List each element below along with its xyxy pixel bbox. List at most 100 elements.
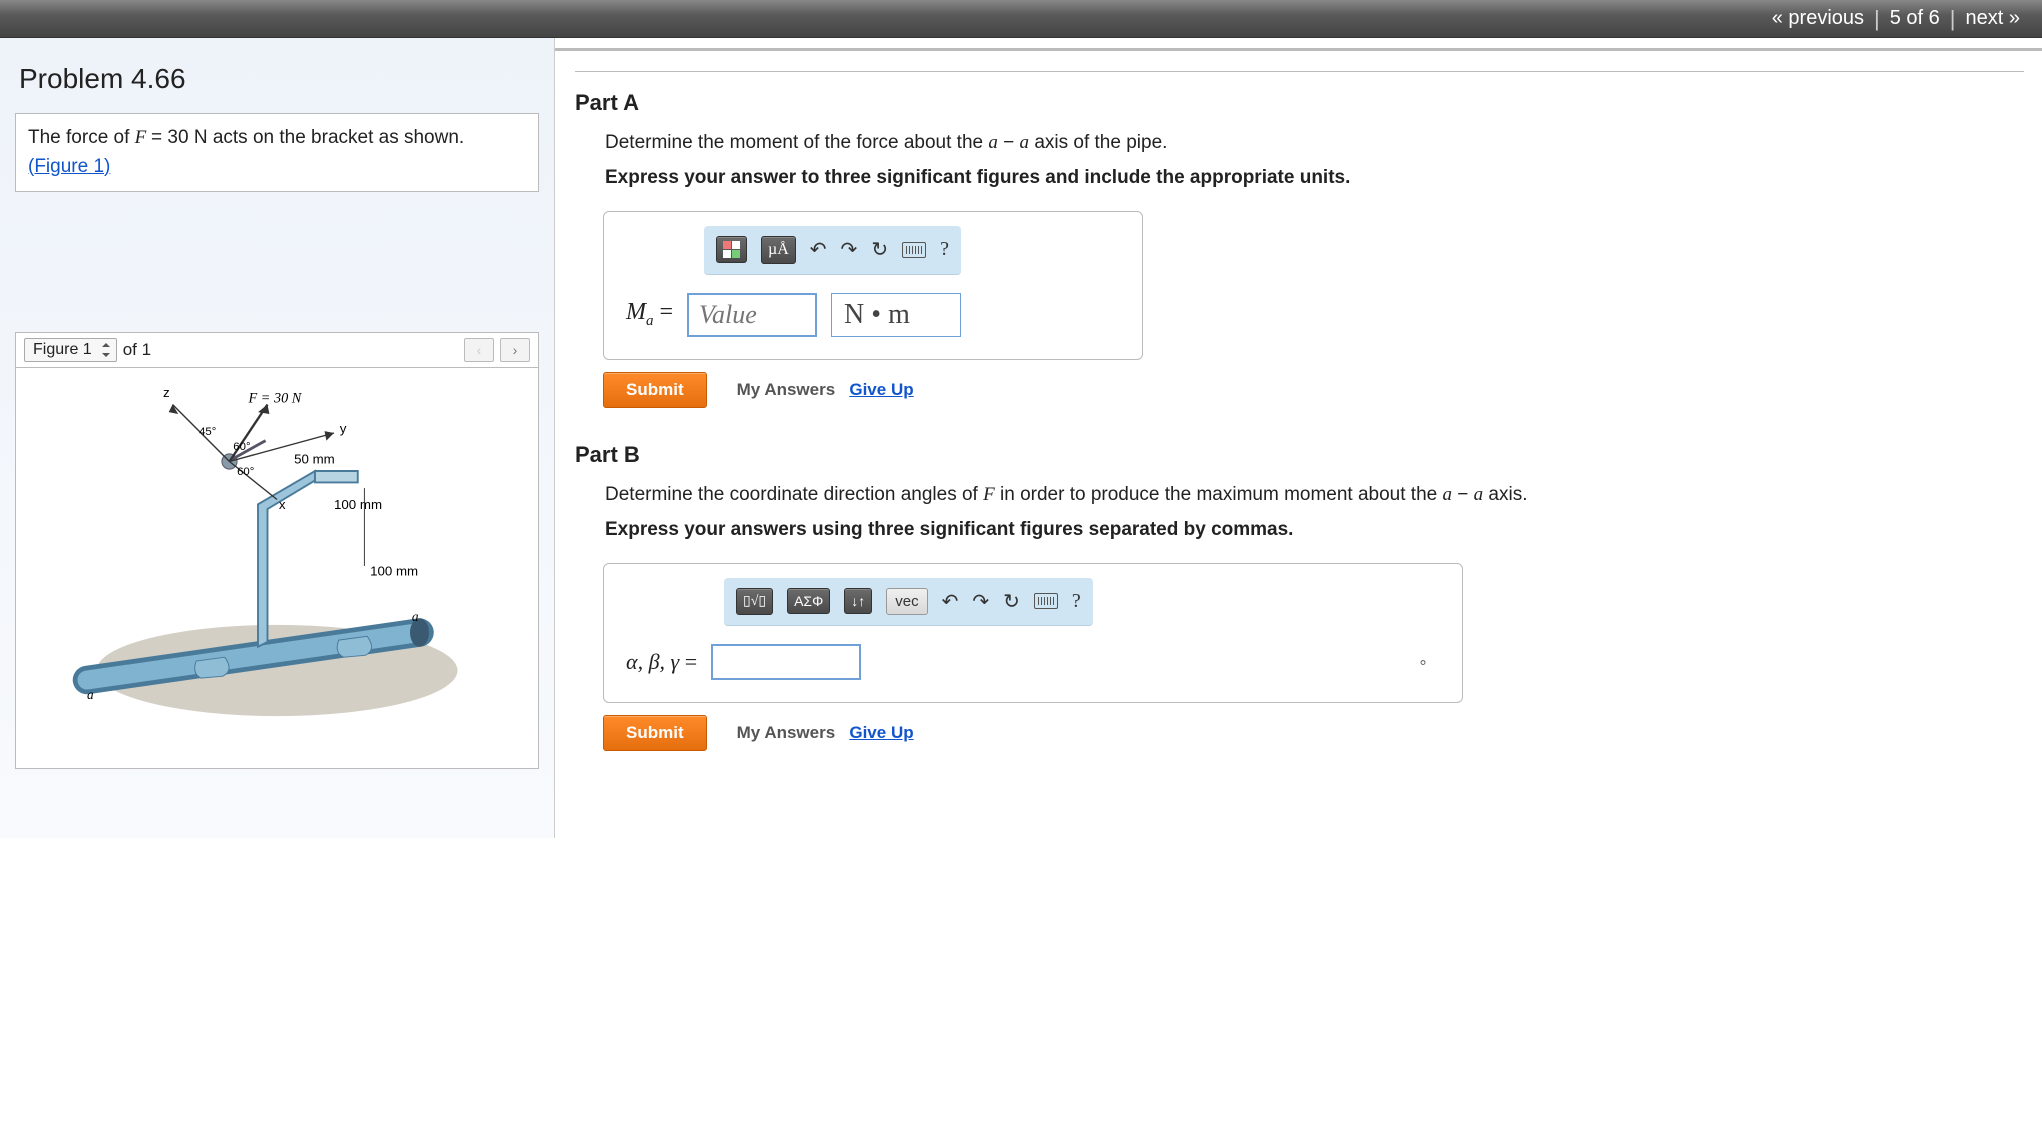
var-a: a: [988, 132, 998, 153]
nav-sep: |: [1874, 6, 1880, 32]
part-b-instruction: Express your answers using three signifi…: [605, 519, 1293, 540]
eq-label: α, β, γ =: [626, 649, 697, 675]
desc-text: acts on the bracket as shown.: [208, 127, 465, 148]
part-b-equation: α, β, γ = ∘: [604, 626, 1462, 702]
part-a-submit-row: Submit My Answers Give Up: [603, 372, 2024, 408]
force-expression: F = 30 N: [135, 127, 208, 148]
desc-text: The force of: [28, 127, 135, 148]
undo-button[interactable]: ↶: [810, 237, 827, 262]
redo-icon: ↷: [972, 589, 989, 614]
undo-icon: ↶: [942, 589, 959, 614]
part-a-submit-button[interactable]: Submit: [603, 372, 707, 408]
figure-count: of 1: [123, 340, 151, 360]
problem-title: Problem 4.66: [19, 63, 539, 95]
part-a-prompt: Determine the moment of the force about …: [605, 128, 2024, 193]
part-a-toolbar: µÅ ↶ ↷ ↻ ?: [704, 226, 961, 275]
part-b-title: Part B: [575, 442, 2024, 468]
template-button[interactable]: [716, 236, 747, 263]
part-a-units-input[interactable]: N • m: [831, 293, 961, 337]
figure-header: Figure 1 of 1 ‹ ›: [15, 332, 539, 367]
bracket-figure: z y x F = 30 N 45° 60° 60° 50 mm 100 mm …: [24, 376, 530, 756]
dim-100a: 100 mm: [334, 497, 382, 512]
part-a-equation: Ma = N • m: [604, 275, 1142, 359]
give-up-link[interactable]: Give Up: [849, 380, 913, 399]
sqrt-template-icon: ▯√▯: [743, 593, 766, 610]
keyboard-button[interactable]: [902, 242, 926, 258]
dash: −: [1452, 484, 1474, 505]
units-label: µÅ: [768, 241, 789, 259]
subscript-button[interactable]: ↓↑: [844, 588, 872, 614]
help-button[interactable]: ?: [1072, 590, 1081, 613]
dim-100b: 100 mm: [370, 564, 418, 579]
give-up-link[interactable]: Give Up: [849, 723, 913, 742]
greek-label: ΑΣΦ: [794, 593, 823, 609]
left-panel: Problem 4.66 The force of F = 30 N acts …: [0, 38, 555, 838]
eq-label: Ma =: [626, 299, 673, 330]
chevron-left-icon: ‹: [477, 342, 482, 358]
keyboard-button[interactable]: [1034, 593, 1058, 609]
redo-icon: ↷: [841, 237, 858, 262]
part-b-toolbar: ▯√▯ ΑΣΦ ↓↑ vec ↶ ↷ ↻ ?: [724, 578, 1093, 626]
units-button[interactable]: µÅ: [761, 236, 796, 264]
prompt-text: in order to produce the maximum moment a…: [995, 484, 1443, 505]
prompt-text: Determine the coordinate direction angle…: [605, 484, 983, 505]
axis-x-label: x: [279, 497, 286, 512]
updown-icon: ↓↑: [851, 593, 865, 609]
prompt-text: axis.: [1483, 484, 1527, 505]
template-button[interactable]: ▯√▯: [736, 588, 773, 615]
degree-symbol: ∘: [1418, 652, 1448, 672]
keyboard-icon: [1034, 593, 1058, 609]
help-icon: ?: [1072, 590, 1081, 613]
help-icon: ?: [940, 238, 949, 261]
part-b-submit-row: Submit My Answers Give Up: [603, 715, 2024, 751]
reset-icon: ↻: [871, 237, 888, 262]
dim-50: 50 mm: [294, 451, 335, 466]
keyboard-icon: [902, 242, 926, 258]
angle-60a: 60°: [233, 441, 250, 453]
figure-link[interactable]: (Figure 1): [28, 156, 110, 177]
prev-link[interactable]: « previous: [1772, 7, 1864, 30]
chevron-right-icon: ›: [513, 342, 518, 358]
figure-select[interactable]: Figure 1: [24, 338, 117, 362]
nav-bar: « previous | 5 of 6 | next »: [0, 0, 2042, 38]
part-a-instruction: Express your answer to three significant…: [605, 167, 1350, 188]
reset-button[interactable]: ↻: [1003, 589, 1020, 614]
greek-button[interactable]: ΑΣΦ: [787, 588, 830, 614]
my-answers-text: My Answers: [737, 380, 836, 399]
next-link[interactable]: next »: [1966, 7, 2020, 30]
vec-button[interactable]: vec: [886, 588, 927, 615]
var-a: a: [1020, 132, 1030, 153]
axis-y-label: y: [340, 421, 347, 436]
prompt-text: axis of the pipe.: [1029, 132, 1167, 153]
axis-z-label: z: [163, 385, 170, 400]
dash: −: [998, 132, 1020, 153]
divider: [575, 71, 2024, 72]
angle-45: 45°: [199, 426, 216, 438]
my-answers-text: My Answers: [737, 723, 836, 742]
part-b-prompt: Determine the coordinate direction angle…: [605, 480, 2024, 545]
redo-button[interactable]: ↷: [972, 589, 989, 614]
page-counter: 5 of 6: [1890, 7, 1940, 30]
help-button[interactable]: ?: [940, 238, 949, 261]
undo-icon: ↶: [810, 237, 827, 262]
part-b-submit-button[interactable]: Submit: [603, 715, 707, 751]
figure-next-button[interactable]: ›: [500, 338, 530, 362]
prompt-text: Determine the moment of the force about …: [605, 132, 988, 153]
nav-sep: |: [1950, 6, 1956, 32]
var-a: a: [1443, 484, 1453, 505]
part-a-title: Part A: [575, 90, 2024, 116]
reset-button[interactable]: ↻: [871, 237, 888, 262]
right-panel: Part A Determine the moment of the force…: [555, 48, 2042, 838]
part-b-value-input[interactable]: [711, 644, 861, 680]
redo-button[interactable]: ↷: [841, 237, 858, 262]
undo-button[interactable]: ↶: [942, 589, 959, 614]
axis-a-left: a: [87, 687, 94, 702]
figure-body: z y x F = 30 N 45° 60° 60° 50 mm 100 mm …: [15, 367, 539, 769]
vec-label: vec: [895, 593, 918, 610]
figure-prev-button[interactable]: ‹: [464, 338, 494, 362]
force-label: F = 30 N: [248, 391, 303, 407]
var-a: a: [1474, 484, 1484, 505]
var-F: F: [983, 484, 995, 505]
reset-icon: ↻: [1003, 589, 1020, 614]
part-a-value-input[interactable]: [687, 293, 817, 337]
